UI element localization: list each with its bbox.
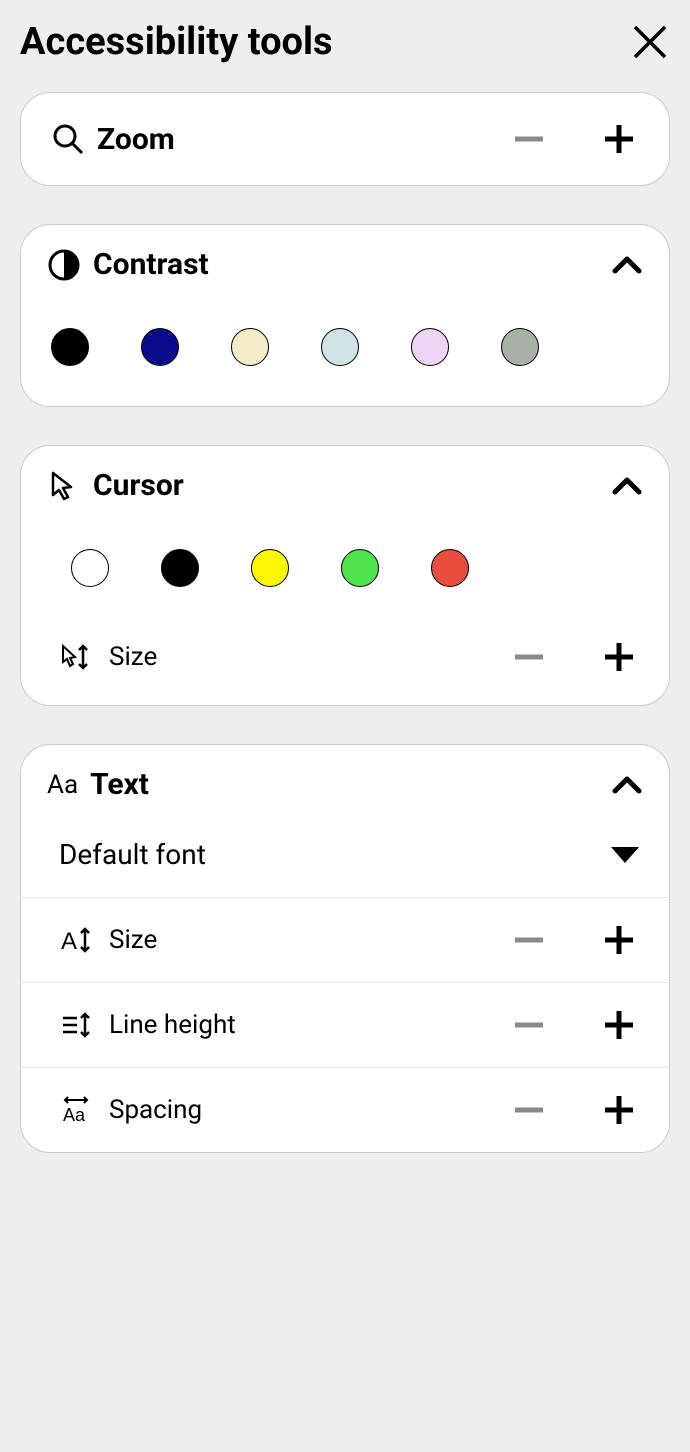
cursor-swatch-yellow[interactable] xyxy=(251,549,289,587)
minus-icon xyxy=(511,922,547,958)
plus-icon xyxy=(601,1092,637,1128)
minus-icon xyxy=(511,1092,547,1128)
cursor-swatch-white[interactable] xyxy=(71,549,109,587)
cursor-swatch-black[interactable] xyxy=(161,549,199,587)
contrast-swatch-lightblue[interactable] xyxy=(321,328,359,366)
close-button[interactable] xyxy=(630,22,670,62)
contrast-swatch-lavender[interactable] xyxy=(411,328,449,366)
contrast-swatch-cream[interactable] xyxy=(231,328,269,366)
spacing-decrease-button[interactable] xyxy=(509,1090,549,1130)
svg-text:A: A xyxy=(61,928,77,955)
cursor-size-icon xyxy=(59,640,93,674)
cursor-swatch-green[interactable] xyxy=(341,549,379,587)
contrast-swatches xyxy=(21,300,669,406)
line-height-increase-button[interactable] xyxy=(599,1005,639,1045)
chevron-up-icon xyxy=(611,255,643,275)
panel-title: Accessibility tools xyxy=(20,20,333,64)
contrast-swatch-navy[interactable] xyxy=(141,328,179,366)
contrast-card: Contrast xyxy=(20,224,670,407)
accessibility-panel: Accessibility tools Zoom xyxy=(0,0,690,1211)
spacing-increase-button[interactable] xyxy=(599,1090,639,1130)
text-size-increase-button[interactable] xyxy=(599,920,639,960)
contrast-swatch-grey[interactable] xyxy=(501,328,539,366)
zoom-label: Zoom xyxy=(97,122,175,157)
plus-icon xyxy=(601,639,637,675)
font-select[interactable]: Default font xyxy=(21,820,669,897)
zoom-decrease-button[interactable] xyxy=(509,119,549,159)
text-icon: Aa xyxy=(47,770,78,800)
cursor-collapse-button[interactable] xyxy=(611,476,643,496)
cursor-swatches xyxy=(21,521,669,627)
cursor-swatch-red[interactable] xyxy=(431,549,469,587)
zoom-increase-button[interactable] xyxy=(599,119,639,159)
minus-icon xyxy=(511,1007,547,1043)
caret-down-icon xyxy=(611,847,639,863)
line-height-decrease-button[interactable] xyxy=(509,1005,549,1045)
chevron-up-icon xyxy=(611,775,643,795)
text-collapse-button[interactable] xyxy=(611,775,643,795)
contrast-collapse-button[interactable] xyxy=(611,255,643,275)
text-label: Text xyxy=(90,767,149,802)
cursor-size-increase-button[interactable] xyxy=(599,637,639,677)
minus-icon xyxy=(511,121,547,157)
cursor-size-label: Size xyxy=(109,642,157,672)
chevron-up-icon xyxy=(611,476,643,496)
text-size-decrease-button[interactable] xyxy=(509,920,549,960)
zoom-icon xyxy=(51,122,85,156)
cursor-size-decrease-button[interactable] xyxy=(509,637,549,677)
plus-icon xyxy=(601,121,637,157)
plus-icon xyxy=(601,1007,637,1043)
plus-icon xyxy=(601,922,637,958)
zoom-card: Zoom xyxy=(20,92,670,186)
close-icon xyxy=(631,23,669,61)
text-card: Aa Text Default font A xyxy=(20,744,670,1153)
font-select-label: Default font xyxy=(59,838,206,871)
cursor-label: Cursor xyxy=(93,468,184,503)
cursor-card: Cursor S xyxy=(20,445,670,706)
cursor-icon xyxy=(47,469,81,503)
contrast-label: Contrast xyxy=(93,247,209,282)
line-height-icon xyxy=(59,1008,93,1042)
panel-header: Accessibility tools xyxy=(20,20,670,64)
svg-text:Aa: Aa xyxy=(63,1105,86,1125)
text-size-label: Size xyxy=(109,925,157,955)
minus-icon xyxy=(511,639,547,675)
contrast-icon xyxy=(47,248,81,282)
spacing-icon: Aa xyxy=(59,1093,93,1127)
line-height-label: Line height xyxy=(109,1010,236,1040)
contrast-swatch-black[interactable] xyxy=(51,328,89,366)
text-size-icon: A xyxy=(59,923,93,957)
spacing-label: Spacing xyxy=(109,1095,202,1125)
